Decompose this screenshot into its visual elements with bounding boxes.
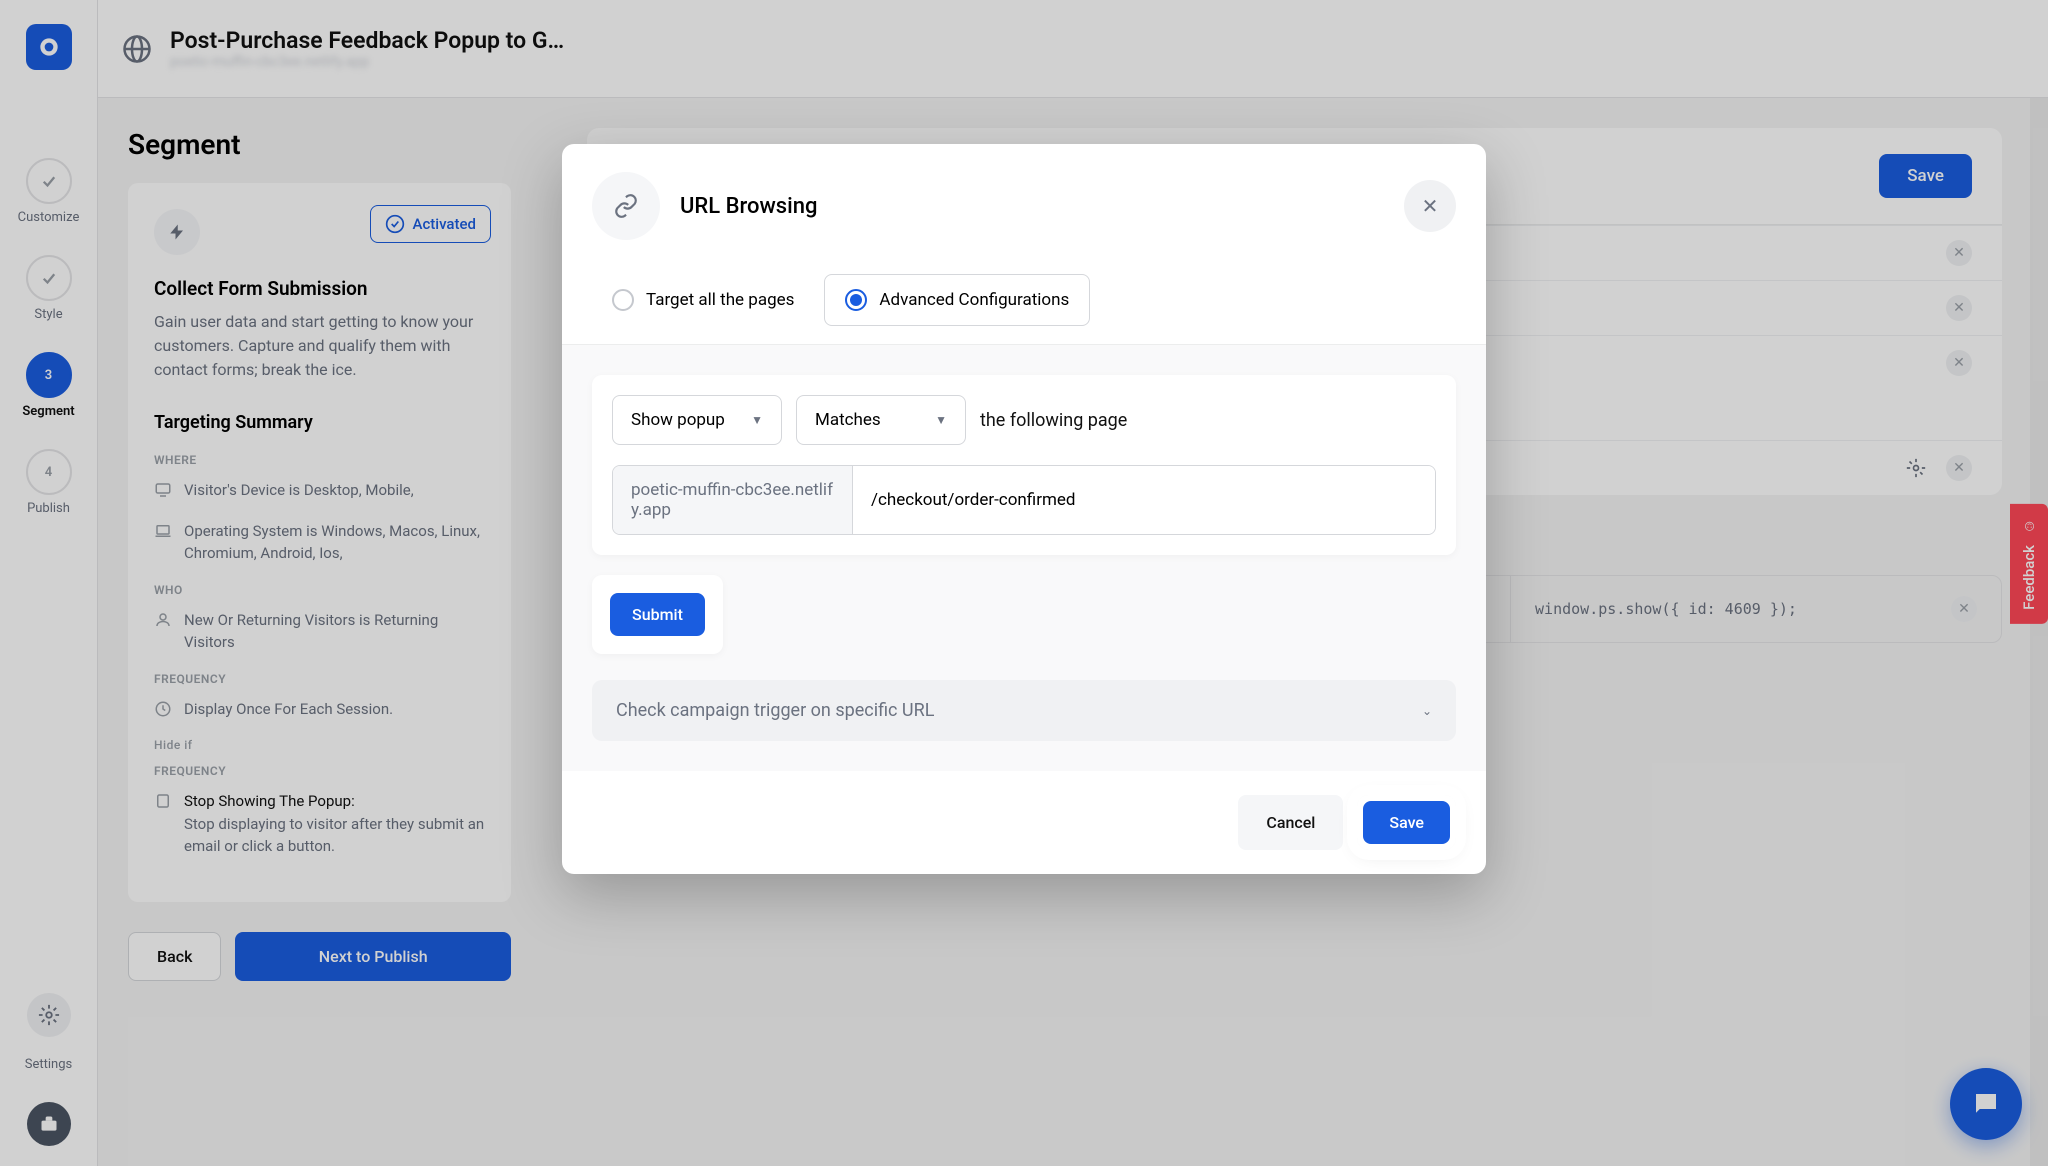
link-icon (592, 172, 660, 240)
radio-icon (612, 289, 634, 311)
url-path-input[interactable] (853, 466, 1435, 534)
cancel-button[interactable]: Cancel (1238, 795, 1343, 850)
modal-title: URL Browsing (680, 194, 1384, 219)
collapse-check-trigger[interactable]: Check campaign trigger on specific URL ⌄ (592, 680, 1456, 741)
modal-save-button[interactable]: Save (1363, 801, 1450, 844)
chevron-down-icon: ⌄ (1422, 704, 1432, 718)
rule-box: Show popup▼ Matches▼ the following page … (592, 375, 1456, 555)
modal-overlay[interactable]: URL Browsing ✕ Target all the pages Adva… (0, 0, 2048, 1166)
following-text: the following page (980, 410, 1127, 431)
radio-icon (845, 289, 867, 311)
modal-close-button[interactable]: ✕ (1404, 180, 1456, 232)
select-matcher[interactable]: Matches▼ (796, 395, 966, 445)
select-action[interactable]: Show popup▼ (612, 395, 782, 445)
chevron-down-icon: ▼ (935, 413, 947, 427)
submit-button[interactable]: Submit (610, 593, 705, 636)
radio-target-all[interactable]: Target all the pages (592, 274, 814, 326)
chevron-down-icon: ▼ (751, 413, 763, 427)
radio-advanced[interactable]: Advanced Configurations (824, 274, 1090, 326)
url-prefix: poetic-muffin-cbc3ee.netlify.app (613, 466, 853, 534)
url-browsing-modal: URL Browsing ✕ Target all the pages Adva… (562, 144, 1486, 874)
